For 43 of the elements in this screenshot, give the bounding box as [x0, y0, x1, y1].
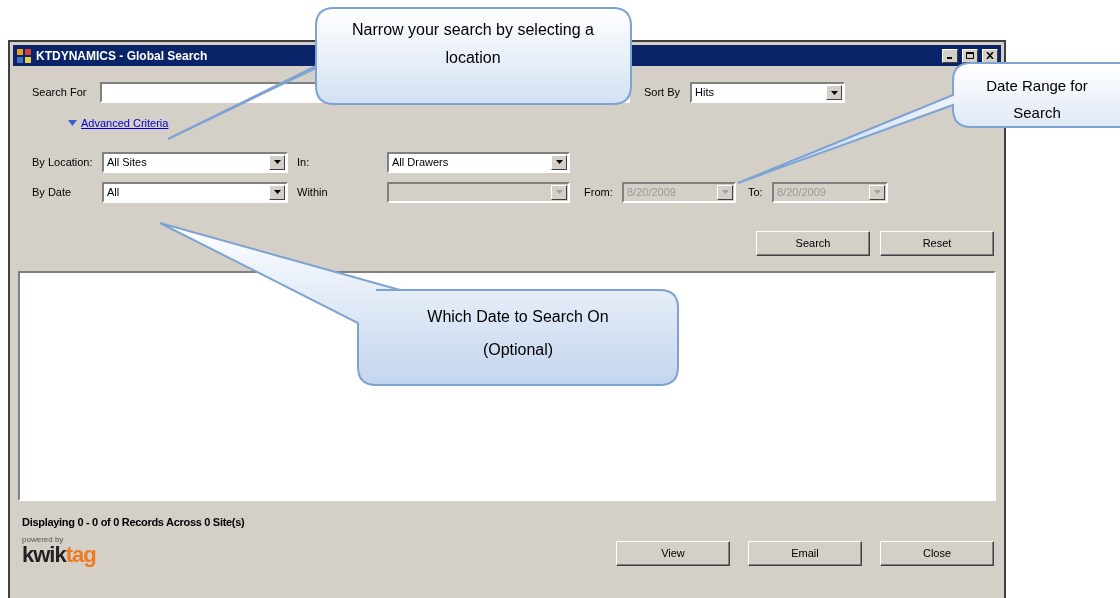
dropdown-button[interactable] [269, 184, 285, 200]
close-icon [986, 52, 994, 59]
dropdown-button[interactable] [551, 184, 567, 200]
dialog-button[interactable]: View [616, 541, 730, 566]
dropdown-button[interactable] [551, 154, 567, 170]
dropdown-button[interactable] [269, 154, 285, 170]
dropdown-field[interactable]: Hits [690, 82, 845, 103]
caret-icon [273, 190, 281, 194]
dialog-button[interactable]: Close [880, 541, 994, 566]
field-label: By Date [32, 184, 73, 200]
field-label: In: [297, 154, 311, 170]
app-icon [16, 47, 32, 64]
advanced-criteria-link[interactable]: Advanced Criteria [81, 115, 169, 132]
window-title: KTDYNAMICS - Global Search [36, 47, 208, 65]
dropdown-field[interactable]: All [102, 181, 288, 203]
caret-icon [721, 190, 729, 194]
caret-icon [555, 190, 563, 194]
dialog-button[interactable]: Email [748, 541, 862, 566]
callout-text: Date Range for Search [985, 76, 1089, 123]
close-button[interactable] [982, 48, 998, 63]
maximize-button[interactable] [962, 48, 978, 63]
callout-text: Narrow your search by selecting a location [351, 20, 595, 68]
field-label: Sort By [644, 85, 682, 101]
field-label: By Location: [32, 154, 94, 170]
dialog-button[interactable]: Search [756, 230, 870, 256]
dropdown-field[interactable]: All Drawers [387, 151, 570, 173]
dropdown-field[interactable] [387, 181, 570, 203]
caret-icon [830, 90, 838, 95]
caret-icon [273, 160, 281, 164]
dropdown-field[interactable]: All Sites [102, 151, 288, 173]
kwiktag-logo: powered by kwiktag [22, 536, 96, 566]
minimize-button[interactable] [942, 48, 958, 63]
caret-icon [873, 190, 881, 194]
field-label: From: [584, 184, 614, 200]
field-label: To: [748, 184, 764, 200]
dropdown-button[interactable] [826, 85, 842, 100]
caret-icon [555, 160, 563, 164]
status-text: Displaying 0 - 0 of 0 Records Across 0 Site(s) [22, 514, 245, 530]
maximize-icon [966, 52, 974, 59]
dialog-button[interactable]: Reset [880, 230, 994, 256]
callout-text: Which Date to Search On (Optional) [426, 307, 610, 360]
field-label: Within [297, 184, 329, 200]
field-label: Search For [32, 85, 88, 101]
